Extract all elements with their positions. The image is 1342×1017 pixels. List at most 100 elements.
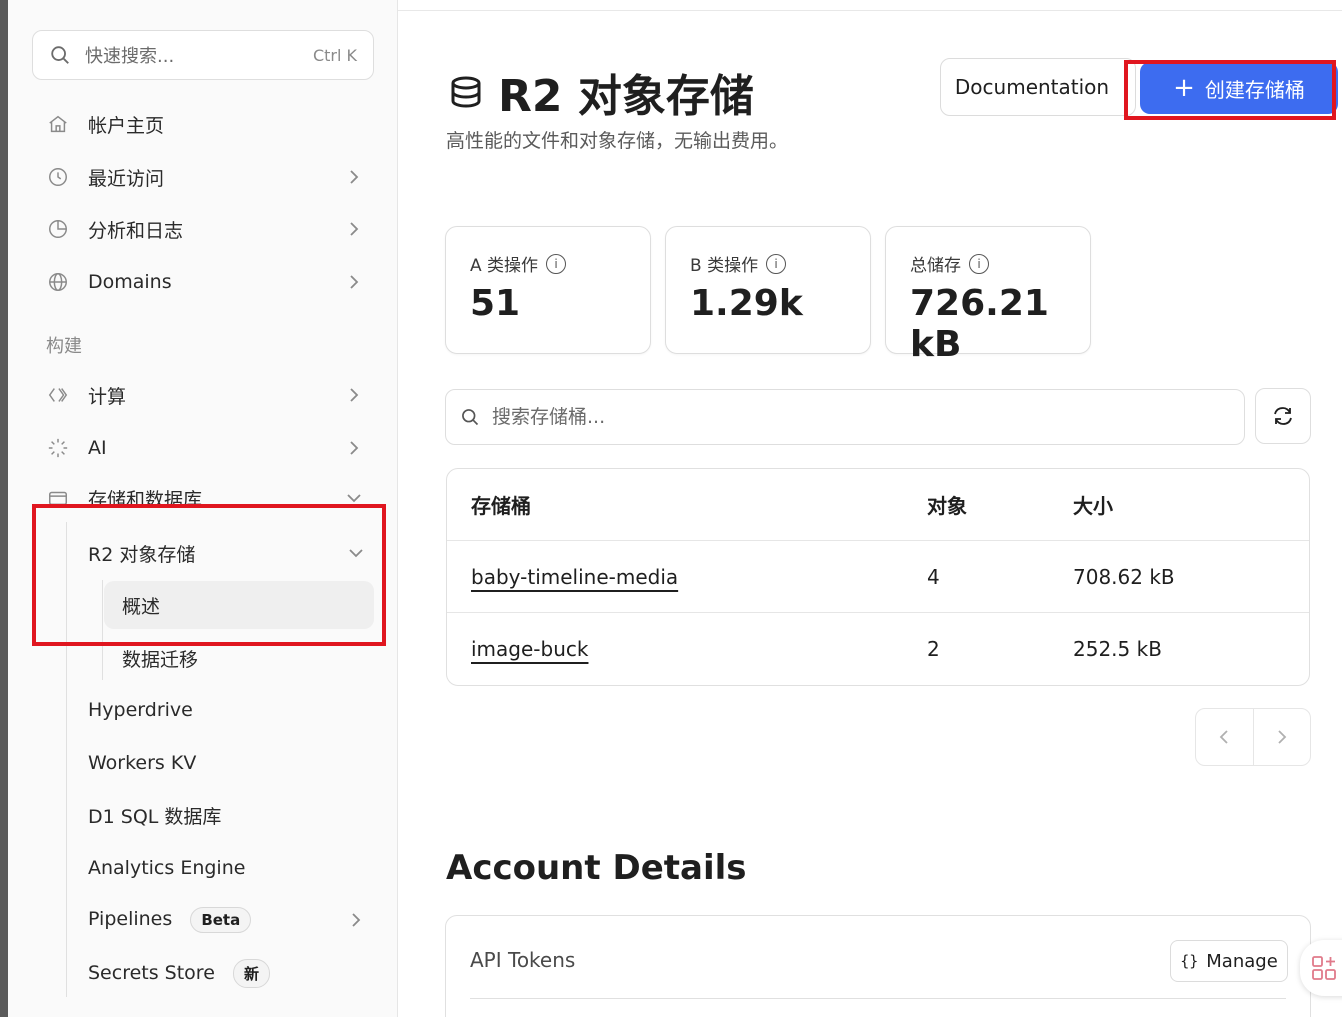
table-row: image-buck 2 252.5 kB bbox=[447, 613, 1309, 685]
sidebar-item-label: 数据迁移 bbox=[122, 648, 199, 671]
sidebar-item-domains[interactable]: Domains bbox=[46, 262, 364, 302]
sidebar-item-pipelines[interactable]: Pipelines Beta bbox=[88, 898, 378, 942]
sidebar-item-label-wrap: Secrets Store 新 bbox=[88, 958, 378, 988]
object-count: 2 bbox=[927, 637, 940, 661]
stat-label-text: A 类操作 bbox=[470, 256, 539, 276]
beta-badge: Beta bbox=[190, 907, 252, 933]
stat-value: 51 bbox=[470, 283, 521, 324]
manage-label: Manage bbox=[1206, 950, 1278, 972]
chevron-right-icon bbox=[344, 438, 364, 458]
stat-card-class-b: B 类操作 i 1.29k bbox=[665, 226, 871, 354]
sidebar-item-recent[interactable]: 最近访问 bbox=[46, 157, 364, 197]
column-header[interactable]: 大小 bbox=[1073, 490, 1113, 519]
chevron-right-icon bbox=[344, 385, 364, 405]
new-badge: 新 bbox=[232, 958, 270, 988]
bucket-size: 708.62 kB bbox=[1073, 564, 1175, 589]
api-tokens-card: API Tokens {} Manage bbox=[445, 915, 1311, 1017]
info-icon[interactable]: i bbox=[546, 253, 567, 274]
refresh-icon bbox=[1274, 407, 1292, 425]
sidebar-item-label: Workers KV bbox=[88, 752, 197, 774]
floating-apps-button[interactable] bbox=[1300, 940, 1342, 996]
home-icon bbox=[46, 112, 70, 136]
bucket-search-input[interactable] bbox=[492, 406, 1192, 428]
sidebar-item-label: Analytics Engine bbox=[88, 857, 246, 879]
stat-label-text: B 类操作 bbox=[690, 256, 759, 276]
sidebar-item-label: AI bbox=[88, 437, 107, 459]
sidebar-item-d1[interactable]: D1 SQL 数据库 bbox=[88, 793, 378, 837]
manage-button[interactable]: {} Manage bbox=[1170, 940, 1288, 982]
bucket-size: 252.5 kB bbox=[1073, 637, 1162, 661]
stat-card-class-a: A 类操作 i 51 bbox=[445, 226, 651, 354]
sidebar-item-label: Hyperdrive bbox=[88, 699, 193, 721]
bucket-link[interactable]: baby-timeline-media bbox=[471, 565, 678, 589]
info-icon[interactable]: i bbox=[969, 253, 989, 274]
stat-label: A 类操作 i bbox=[470, 251, 567, 276]
main-content: R2 对象存储 高性能的文件和对象存储，无输出费用。 Documentation… bbox=[398, 0, 1342, 1017]
table-header: 存储桶 对象 大小 bbox=[447, 469, 1309, 541]
bucket-link[interactable]: image-buck bbox=[471, 637, 588, 661]
refresh-button[interactable] bbox=[1255, 388, 1311, 444]
sidebar-item-label: 计算 bbox=[88, 385, 127, 408]
sidebar-item-analytics-engine[interactable]: Analytics Engine bbox=[88, 846, 378, 890]
braces-icon: {} bbox=[1180, 952, 1199, 970]
chevron-right-icon bbox=[344, 272, 364, 292]
sidebar-item-label-wrap: Pipelines Beta bbox=[88, 907, 346, 933]
page-title-text: R2 对象存储 bbox=[498, 71, 754, 122]
pagination bbox=[1195, 708, 1311, 766]
info-icon[interactable]: i bbox=[766, 253, 787, 274]
sidebar-item-hyperdrive[interactable]: Hyperdrive bbox=[88, 688, 378, 732]
sidebar-item-label: D1 SQL 数据库 bbox=[88, 805, 222, 828]
sidebar-item-ai[interactable]: AI bbox=[46, 428, 364, 468]
chart-icon bbox=[46, 217, 70, 241]
documentation-button[interactable]: Documentation bbox=[940, 58, 1136, 116]
sparkle-icon bbox=[46, 436, 70, 460]
section-label-build: 构建 bbox=[46, 336, 82, 357]
sidebar: 快速搜索... Ctrl K 帐户主页 最近访问 分析和日志 Domains 构… bbox=[8, 0, 398, 1017]
page-title: R2 对象存储 bbox=[448, 60, 754, 124]
storage-icon bbox=[451, 76, 481, 108]
stat-label: 总储存 i bbox=[910, 251, 989, 276]
table-row: baby-timeline-media 4 708.62 kB bbox=[447, 541, 1309, 613]
stat-value: 1.29k bbox=[690, 283, 803, 324]
chevron-left-icon bbox=[1219, 730, 1228, 744]
account-details-heading: Account Details bbox=[446, 848, 747, 888]
stat-value: 726.21 kB bbox=[910, 283, 1049, 365]
sidebar-item-label: Pipelines bbox=[88, 908, 173, 930]
search-icon bbox=[462, 409, 479, 426]
sidebar-item-compute[interactable]: 计算 bbox=[46, 375, 364, 415]
globe-icon bbox=[46, 270, 70, 294]
clock-icon bbox=[46, 165, 70, 189]
compute-icon bbox=[46, 383, 70, 407]
bucket-table: 存储桶 对象 大小 baby-timeline-media 4 708.62 k… bbox=[446, 468, 1310, 686]
quick-search-placeholder: 快速搜索... bbox=[85, 46, 175, 67]
stat-card-total-storage: 总储存 i 726.21 kB bbox=[885, 226, 1091, 365]
chevron-right-icon bbox=[346, 913, 366, 927]
sidebar-item-label: 分析和日志 bbox=[88, 219, 184, 242]
column-header[interactable]: 对象 bbox=[927, 490, 967, 519]
search-icon bbox=[51, 46, 69, 64]
highlight-box bbox=[1124, 60, 1336, 120]
chevron-right-icon bbox=[344, 219, 364, 239]
sidebar-item-label: 最近访问 bbox=[88, 167, 165, 190]
sidebar-item-analytics[interactable]: 分析和日志 bbox=[46, 209, 364, 249]
sidebar-item-home[interactable]: 帐户主页 bbox=[46, 104, 364, 144]
chevron-right-icon bbox=[1278, 730, 1287, 744]
quick-search[interactable]: 快速搜索... Ctrl K bbox=[32, 30, 374, 80]
sidebar-item-workers-kv[interactable]: Workers KV bbox=[88, 741, 378, 785]
column-header[interactable]: 存储桶 bbox=[471, 490, 531, 519]
next-page-button[interactable] bbox=[1254, 709, 1311, 765]
apps-icon bbox=[1312, 956, 1336, 980]
prev-page-button[interactable] bbox=[1196, 709, 1254, 765]
highlight-box bbox=[32, 504, 386, 646]
divider bbox=[470, 998, 1286, 999]
sidebar-item-label: 帐户主页 bbox=[88, 114, 165, 137]
sidebar-item-secrets-store[interactable]: Secrets Store 新 bbox=[88, 951, 378, 995]
stat-label: B 类操作 i bbox=[690, 251, 787, 276]
bucket-search bbox=[445, 389, 1245, 445]
api-tokens-title: API Tokens bbox=[470, 948, 576, 972]
window-edge bbox=[0, 0, 8, 1017]
shortcut-hint: Ctrl K bbox=[312, 45, 357, 65]
chevron-right-icon bbox=[344, 167, 364, 187]
page-subtitle: 高性能的文件和对象存储，无输出费用。 bbox=[446, 130, 789, 152]
stat-label-text: 总储存 bbox=[910, 256, 961, 276]
